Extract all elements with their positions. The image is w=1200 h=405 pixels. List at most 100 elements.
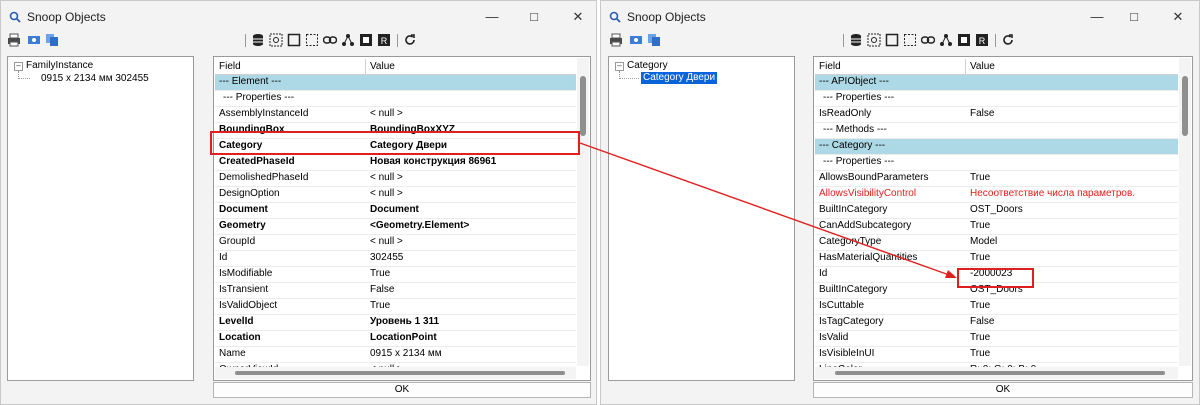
table-row[interactable]: IsTransient False <box>215 283 576 299</box>
column-value-header[interactable]: Value <box>970 61 995 72</box>
print-icon[interactable] <box>609 33 623 47</box>
value-cell: < null > <box>370 172 403 183</box>
copy-icon[interactable] <box>45 33 59 47</box>
tree-node-child-selected[interactable]: Category Двери <box>641 72 718 84</box>
dashed-rect-icon[interactable] <box>903 33 917 47</box>
preview-icon[interactable] <box>629 33 643 47</box>
table-row[interactable]: HasMaterialQuantities True <box>815 251 1178 267</box>
collapse-toggle[interactable]: – <box>14 62 23 71</box>
report-icon[interactable]: R <box>975 33 989 47</box>
object-tree[interactable]: – Category Category Двери <box>608 56 795 381</box>
table-row[interactable]: AllowsBoundParameters True <box>815 171 1178 187</box>
select-icon[interactable] <box>269 33 283 47</box>
table-row[interactable]: IsVisibleInUI True <box>815 347 1178 363</box>
link-icon[interactable] <box>921 33 935 47</box>
rect-icon[interactable] <box>287 33 301 47</box>
print-icon[interactable] <box>7 33 21 47</box>
table-row[interactable]: Location LocationPoint <box>215 331 576 347</box>
rect-icon[interactable] <box>885 33 899 47</box>
grid-toolbar: R <box>245 33 505 51</box>
horizontal-scrollbar[interactable] <box>215 367 576 379</box>
field-cell: DesignOption <box>219 188 280 199</box>
maximize-icon[interactable]: □ <box>523 7 545 27</box>
table-row[interactable]: DesignOption < null > <box>215 187 576 203</box>
table-row[interactable]: --- APIObject --- <box>815 75 1178 91</box>
copy-icon[interactable] <box>647 33 661 47</box>
close-icon[interactable]: ✕ <box>567 7 589 27</box>
maximize-icon[interactable]: □ <box>1123 7 1145 27</box>
refresh-icon[interactable] <box>403 33 417 47</box>
scroll-thumb[interactable] <box>1182 76 1188 136</box>
refresh-icon[interactable] <box>1001 33 1015 47</box>
horizontal-scrollbar[interactable] <box>815 367 1178 379</box>
table-row[interactable]: --- Properties --- <box>815 155 1178 171</box>
database-icon[interactable] <box>849 33 863 47</box>
table-row[interactable]: IsModifiable True <box>215 267 576 283</box>
tree-node-root[interactable]: FamilyInstance <box>26 60 93 72</box>
table-row[interactable]: GroupId < null > <box>215 235 576 251</box>
table-row[interactable]: IsValid True <box>815 331 1178 347</box>
dependency-icon[interactable] <box>359 33 373 47</box>
field-cell: AssemblyInstanceId <box>219 108 309 119</box>
table-row[interactable]: IsReadOnly False <box>815 107 1178 123</box>
table-row[interactable]: IsCuttable True <box>815 299 1178 315</box>
table-row[interactable]: CanAddSubcategory True <box>815 219 1178 235</box>
table-row[interactable]: --- Element --- <box>215 75 576 91</box>
database-icon[interactable] <box>251 33 265 47</box>
dependency-icon[interactable] <box>957 33 971 47</box>
value-cell: False <box>970 108 995 119</box>
close-icon[interactable]: ✕ <box>1167 7 1189 27</box>
preview-icon[interactable] <box>27 33 41 47</box>
value-cell: <Geometry.Element> <box>370 220 470 231</box>
table-row[interactable]: Name 0915 x 2134 мм <box>215 347 576 363</box>
table-row[interactable]: AssemblyInstanceId < null > <box>215 107 576 123</box>
table-row[interactable]: CreatedPhaseId Новая конструкция 86961 <box>215 155 576 171</box>
minimize-icon[interactable]: — <box>481 7 503 27</box>
table-row[interactable]: IsValidObject True <box>215 299 576 315</box>
column-field-header[interactable]: Field <box>819 61 841 72</box>
field-cell: Id <box>219 252 228 263</box>
select-icon[interactable] <box>867 33 881 47</box>
scroll-thumb[interactable] <box>580 76 586 136</box>
table-row[interactable]: --- Category --- <box>815 139 1178 155</box>
table-row[interactable]: Document Document <box>215 203 576 219</box>
ok-button[interactable]: OK <box>213 382 591 398</box>
table-row[interactable]: BuiltInCategory OST_Doors <box>815 203 1178 219</box>
table-row[interactable]: --- Properties --- <box>215 91 576 107</box>
table-row[interactable]: AllowsVisibilityControl Несоответствие чи… <box>815 187 1178 203</box>
vertical-scrollbar[interactable] <box>1179 58 1191 366</box>
tree-toolbar <box>609 33 669 51</box>
table-row[interactable]: --- Methods --- <box>815 123 1178 139</box>
dashed-rect-icon[interactable] <box>305 33 319 47</box>
scroll-thumb[interactable] <box>835 371 1165 375</box>
tree-icon[interactable] <box>341 33 355 47</box>
minimize-icon[interactable]: — <box>1086 7 1108 27</box>
table-row[interactable]: --- Properties --- <box>815 91 1178 107</box>
collapse-toggle[interactable]: – <box>615 62 624 71</box>
highlight-box-ost-doors <box>957 268 1034 288</box>
value-cell: 302455 <box>370 252 404 263</box>
tree-node-child[interactable]: 0915 x 2134 мм 302455 <box>41 73 149 85</box>
table-row[interactable]: LevelId Уровень 1 311 <box>215 315 576 331</box>
property-grid: Field Value --- Element --- --- Propertie… <box>213 56 591 381</box>
report-icon[interactable]: R <box>377 33 391 47</box>
table-row[interactable]: IsTagCategory False <box>815 315 1178 331</box>
column-value-header[interactable]: Value <box>370 61 395 72</box>
tree-icon[interactable] <box>939 33 953 47</box>
table-row[interactable]: DemolishedPhaseId < null > <box>215 171 576 187</box>
value-cell: True <box>970 220 991 231</box>
link-icon[interactable] <box>323 33 337 47</box>
object-tree[interactable]: – FamilyInstance 0915 x 2134 мм 302455 <box>7 56 194 381</box>
scroll-thumb[interactable] <box>235 371 565 375</box>
table-row[interactable]: Geometry <Geometry.Element> <box>215 219 576 235</box>
ok-button[interactable]: OK <box>813 382 1193 398</box>
vertical-scrollbar[interactable] <box>577 58 589 366</box>
table-row[interactable]: Id 302455 <box>215 251 576 267</box>
field-cell: IsModifiable <box>219 268 273 279</box>
table-row[interactable]: CategoryType Model <box>815 235 1178 251</box>
field-cell: GroupId <box>219 236 256 247</box>
field-cell: IsValid <box>819 332 849 343</box>
column-field-header[interactable]: Field <box>219 61 241 72</box>
value-cell: Document <box>370 204 419 215</box>
tree-node-root[interactable]: Category <box>627 60 668 72</box>
